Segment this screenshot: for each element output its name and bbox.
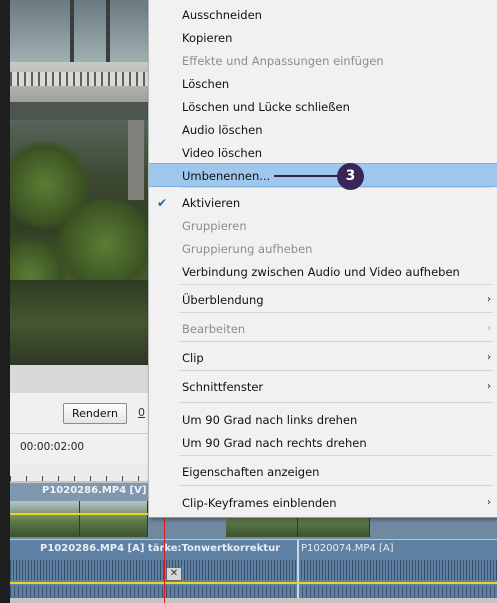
timecode-display: 00:00:02:00 xyxy=(20,441,85,453)
menu-item-ausschneiden[interactable]: Ausschneiden xyxy=(149,3,497,27)
menu-item-loeschen[interactable]: Löschen xyxy=(149,72,497,96)
preview-controls-bar xyxy=(10,365,148,393)
menu-item-label: Ausschneiden xyxy=(182,8,262,22)
render-button[interactable]: Rendern xyxy=(63,403,127,424)
menu-item-label: Audio löschen xyxy=(182,123,263,137)
menu-item-kopieren[interactable]: Kopieren xyxy=(149,26,497,50)
menu-separator xyxy=(179,312,493,313)
menu-separator xyxy=(179,402,493,403)
preview-railing xyxy=(10,72,148,86)
toolbar-item-partial[interactable]: 0 xyxy=(138,406,145,419)
transition-marker-icon[interactable]: ✕ xyxy=(166,567,182,581)
menu-item-label: Clip xyxy=(182,351,204,365)
menu-separator xyxy=(179,284,493,285)
video-clip-label: P1020286.MP4 [V] xyxy=(42,485,147,496)
menu-item-label: Eigenschaften anzeigen xyxy=(182,465,320,479)
menu-item-label: Gruppierung aufheben xyxy=(182,242,313,256)
audio-clip-label: P1020286.MP4 [A] tärke:Tonwertkorrektur xyxy=(40,543,281,554)
menu-item-video-loeschen[interactable]: Video löschen xyxy=(149,141,497,165)
audio-clip-label-2: P1020074.MP4 [A] xyxy=(301,543,394,554)
menu-item-label: Aktivieren xyxy=(182,196,241,210)
video-preview-monitor xyxy=(10,0,148,365)
menu-item-verbindung-zwischen-audio-und-video-aufheben[interactable]: Verbindung zwischen Audio und Video aufh… xyxy=(149,260,497,284)
menu-item-clip[interactable]: Clip › xyxy=(149,346,497,370)
menu-item-label: Effekte und Anpassungen einfügen xyxy=(182,54,384,68)
preview-sky xyxy=(10,0,148,62)
preview-pillar xyxy=(128,120,144,200)
menu-item-label: Verbindung zwischen Audio und Video aufh… xyxy=(182,265,460,279)
submenu-arrow-icon: › xyxy=(487,352,491,363)
menu-item-label: Um 90 Grad nach links drehen xyxy=(182,413,358,427)
menu-item-label: Um 90 Grad nach rechts drehen xyxy=(182,436,367,450)
submenu-arrow-icon: › xyxy=(487,381,491,392)
menu-item-bearbeiten[interactable]: Bearbeiten › xyxy=(149,317,497,341)
video-thumbnail xyxy=(10,501,80,537)
video-thumbnail xyxy=(80,501,148,537)
preview-water xyxy=(10,280,148,365)
menu-item-aktivieren[interactable]: ✔ Aktivieren xyxy=(149,191,497,215)
menu-item-effekte-und-anpassungen-einfuegen[interactable]: Effekte und Anpassungen einfügen xyxy=(149,49,497,73)
checkmark-icon: ✔ xyxy=(157,196,168,210)
menu-item-label: Überblendung xyxy=(182,293,264,307)
menu-item-label: Umbenennen... xyxy=(182,169,271,183)
menu-item-eigenschaften-anzeigen[interactable]: Eigenschaften anzeigen xyxy=(149,460,497,484)
menu-separator xyxy=(179,370,493,371)
submenu-arrow-icon: › xyxy=(487,294,491,305)
audio-waveform xyxy=(10,586,497,598)
menu-separator xyxy=(179,485,493,486)
menu-item-label: Schnittfenster xyxy=(182,380,264,394)
menu-item-ueberblendung[interactable]: Überblendung › xyxy=(149,288,497,312)
submenu-arrow-icon: › xyxy=(487,323,491,334)
menu-item-label: Video löschen xyxy=(182,146,263,160)
menu-item-um-90-grad-nach-links-drehen[interactable]: Um 90 Grad nach links drehen xyxy=(149,408,497,432)
audio-volume-line[interactable] xyxy=(10,582,497,584)
menu-separator xyxy=(179,455,493,456)
callout-line xyxy=(274,175,338,177)
menu-item-gruppierung-aufheben[interactable]: Gruppierung aufheben xyxy=(149,237,497,261)
menu-item-um-90-grad-nach-rechts-drehen[interactable]: Um 90 Grad nach rechts drehen xyxy=(149,431,497,455)
context-menu: Ausschneiden Kopieren Effekte und Anpassun… xyxy=(148,0,497,518)
preview-bridge-underside xyxy=(10,102,148,120)
menu-item-label: Gruppieren xyxy=(182,219,247,233)
audio-waveform xyxy=(10,560,497,580)
clip-boundary xyxy=(297,540,299,598)
menu-item-gruppieren[interactable]: Gruppieren xyxy=(149,214,497,238)
menu-item-audio-loeschen[interactable]: Audio löschen xyxy=(149,118,497,142)
menu-item-schnittfenster[interactable]: Schnittfenster › xyxy=(149,375,497,399)
timeline-ruler[interactable] xyxy=(10,463,148,481)
menu-item-label: Clip-Keyframes einblenden xyxy=(182,496,337,510)
submenu-arrow-icon: › xyxy=(487,497,491,508)
menu-separator xyxy=(179,341,493,342)
menu-item-loeschen-und-luecke-schliessen[interactable]: Löschen und Lücke schließen xyxy=(149,95,497,119)
menu-item-label: Kopieren xyxy=(182,31,233,45)
menu-item-label: Löschen xyxy=(182,77,230,91)
menu-item-label: Bearbeiten xyxy=(182,322,246,336)
callout-badge: 3 xyxy=(337,163,364,190)
menu-item-label: Löschen und Lücke schließen xyxy=(182,100,350,114)
menu-item-clip-keyframes-einblenden[interactable]: Clip-Keyframes einblenden › xyxy=(149,491,497,515)
